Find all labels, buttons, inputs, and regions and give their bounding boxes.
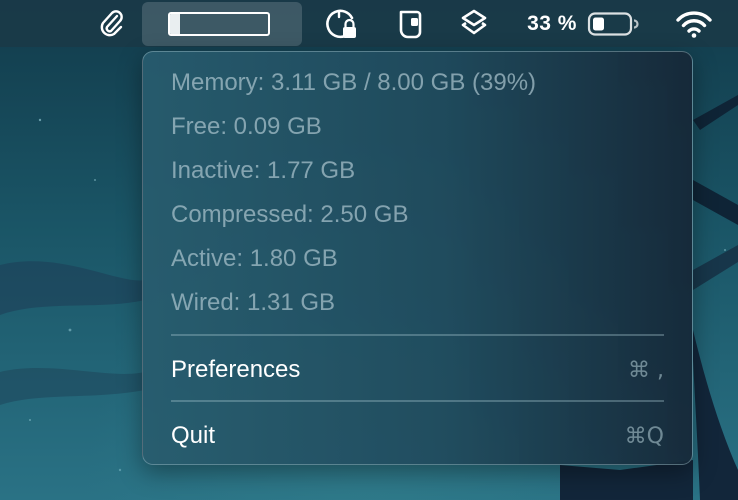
shortcuts-status-item[interactable] <box>456 0 492 47</box>
menu-bar: 33 % <box>0 0 738 47</box>
stat-compressed: Compressed: 2.50 GB <box>171 201 409 228</box>
wallet-app-icon <box>399 10 422 38</box>
paperclip-status-item[interactable] <box>94 0 130 47</box>
battery-icon <box>587 11 639 36</box>
shortcuts-icon <box>461 9 487 34</box>
wallet-status-item[interactable] <box>394 0 426 47</box>
preferences-menu-item[interactable]: Preferences ⌘ , <box>157 348 678 392</box>
stat-active: Active: 1.80 GB <box>171 245 338 272</box>
menu-divider <box>171 400 664 402</box>
memory-dropdown-menu: Memory: 3.11 GB / 8.00 GB (39%) Free: 0.… <box>142 51 693 465</box>
quit-shortcut: ⌘Q <box>624 423 664 449</box>
memory-gauge-icon <box>168 12 270 36</box>
quit-label: Quit <box>171 422 216 449</box>
timer-lock-icon <box>326 9 356 38</box>
battery-percent-item[interactable]: 33 % <box>520 0 584 47</box>
quit-menu-item[interactable]: Quit ⌘Q <box>157 414 678 458</box>
battery-status-item[interactable] <box>586 0 640 47</box>
preferences-label: Preferences <box>171 356 301 383</box>
stat-wired: Wired: 1.31 GB <box>171 289 336 316</box>
menu-divider <box>171 334 664 336</box>
battery-percentage: 33 % <box>527 11 577 35</box>
stat-free: Free: 0.09 GB <box>171 113 322 140</box>
timer-lock-status-item[interactable] <box>322 0 360 47</box>
stat-inactive: Inactive: 1.77 GB <box>171 157 356 184</box>
wifi-status-item[interactable] <box>672 0 716 47</box>
memory-status-item[interactable] <box>142 2 302 46</box>
stat-memory-total: Memory: 3.11 GB / 8.00 GB (39%) <box>171 69 537 96</box>
preferences-shortcut: ⌘ , <box>628 357 664 383</box>
wifi-icon <box>676 10 712 38</box>
memory-gauge-fill <box>170 14 180 34</box>
paperclip-icon <box>100 9 123 36</box>
